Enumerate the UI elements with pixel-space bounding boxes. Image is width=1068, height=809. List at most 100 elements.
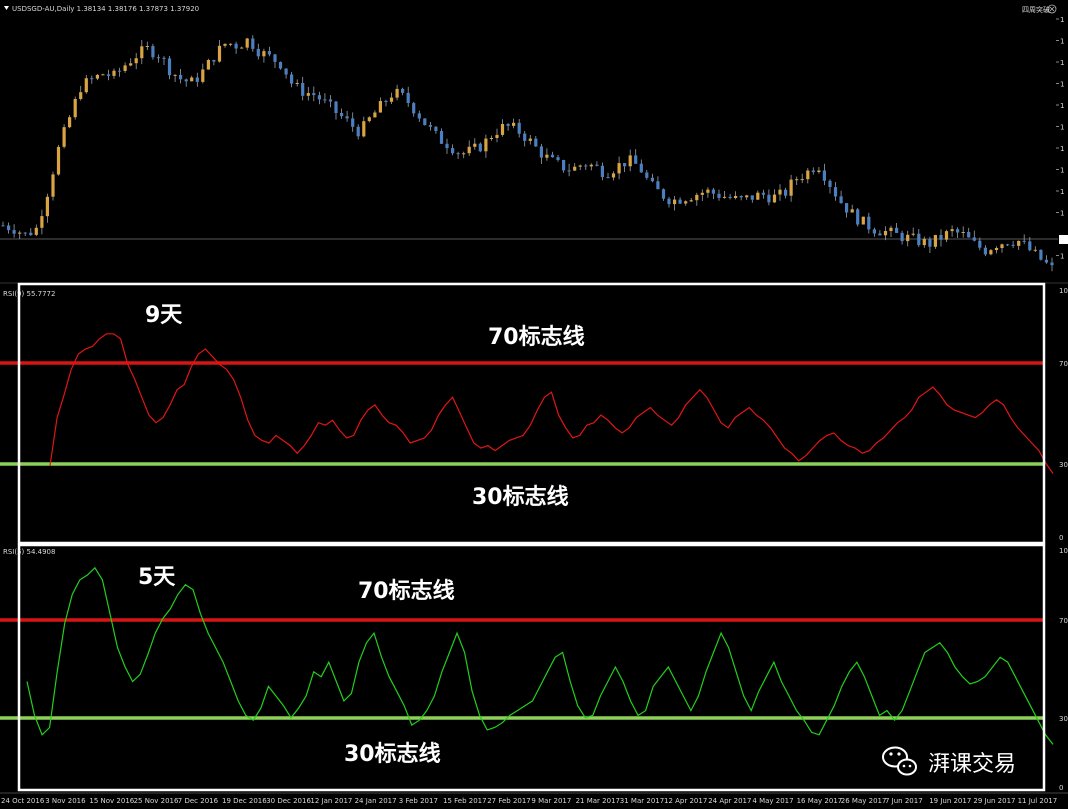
date-axis-label: 29 Jun 2017 xyxy=(973,797,1015,805)
candle-body xyxy=(534,138,538,147)
date-axis-label: 30 Dec 2016 xyxy=(266,797,311,805)
current-price-marker xyxy=(1059,235,1068,244)
date-axis-label: 31 Mar 2017 xyxy=(620,797,664,805)
price-axis-label: 1 xyxy=(1060,210,1064,218)
candle-body xyxy=(323,99,327,101)
candle-body xyxy=(173,74,177,76)
date-axis-label: 15 Feb 2017 xyxy=(443,797,487,805)
date-axis-label: 19 Jun 2017 xyxy=(929,797,971,805)
candle-body xyxy=(51,174,55,197)
candle-body xyxy=(734,196,738,198)
date-axis-label: 7 Jun 2017 xyxy=(885,797,923,805)
price-axis-label: 1 xyxy=(1060,59,1064,67)
candle-body xyxy=(617,163,621,174)
candle-body xyxy=(206,60,210,70)
candle-body xyxy=(850,209,854,213)
candle-body xyxy=(833,187,838,197)
candle-body xyxy=(301,83,305,96)
candle-body xyxy=(978,240,982,248)
date-axis-label: 12 Jan 2017 xyxy=(310,797,352,805)
candle-body xyxy=(1044,259,1048,263)
candle-body xyxy=(867,216,871,230)
candle-body xyxy=(267,51,271,55)
candle-body xyxy=(961,232,965,233)
candle-body xyxy=(201,69,205,82)
candle-body xyxy=(73,99,77,118)
rsi5-scale-100: 100 xyxy=(1059,547,1068,555)
rsi5-30-annotation: 30标志线 xyxy=(344,741,441,767)
price-axis-label: 1 xyxy=(1060,81,1064,89)
candle-body xyxy=(362,121,366,137)
candle-body xyxy=(811,170,815,173)
candle-body xyxy=(240,47,244,49)
price-axis-label: 1 xyxy=(1060,167,1064,175)
rsi5-scale-0: 0 xyxy=(1059,784,1063,792)
candle-body xyxy=(406,92,410,103)
candle-body xyxy=(972,237,976,241)
date-axis-label: 7 Dec 2016 xyxy=(178,797,219,805)
candle-body xyxy=(334,101,338,113)
candle-body xyxy=(944,231,949,240)
candle-body xyxy=(29,232,33,235)
candle-body xyxy=(212,60,216,62)
candle-body xyxy=(356,126,360,137)
candle-body xyxy=(401,88,405,93)
candle-body xyxy=(90,78,94,80)
date-axis-label: 27 Feb 2017 xyxy=(487,797,531,805)
date-axis-label: 3 Feb 2017 xyxy=(399,797,438,805)
trading-chart-window[interactable]: USDSGD-AU,Daily 1.38134 1.38176 1.37873 … xyxy=(0,0,1068,809)
candle-body xyxy=(1011,244,1015,246)
candle-body xyxy=(295,83,299,84)
date-axis-label: 21 Mar 2017 xyxy=(576,797,620,805)
candle-body xyxy=(290,74,294,84)
candle-body xyxy=(506,124,510,126)
date-axis-label: 15 Nov 2016 xyxy=(89,797,134,805)
candle-body xyxy=(112,70,116,76)
candle-body xyxy=(412,103,416,114)
candle-body xyxy=(517,122,521,134)
rsi5-label: RSI(5) 54.4908 xyxy=(3,548,55,556)
candle-body xyxy=(983,247,987,255)
candle-body xyxy=(434,126,438,131)
candle-body xyxy=(284,68,288,75)
candle-body xyxy=(95,74,99,79)
candle-body xyxy=(389,97,394,102)
candle-body xyxy=(489,138,493,139)
candle-body xyxy=(328,99,333,102)
rsi5-70-annotation: 70标志线 xyxy=(358,578,455,604)
candle-body xyxy=(234,43,238,49)
candle-body xyxy=(772,194,777,203)
candle-body xyxy=(417,113,421,119)
candle-body xyxy=(512,122,516,126)
candle-body xyxy=(473,143,477,147)
candle-body xyxy=(500,124,505,135)
candle-body xyxy=(795,179,799,181)
rsi9-70-annotation: 70标志线 xyxy=(488,324,585,350)
candle-body xyxy=(1033,249,1037,251)
candle-body xyxy=(922,238,926,246)
candle-body xyxy=(190,77,194,82)
date-axis-label: 19 Dec 2016 xyxy=(222,797,267,805)
candle-body xyxy=(451,148,455,154)
candle-body xyxy=(251,38,255,49)
candle-body xyxy=(384,101,388,102)
candle-body xyxy=(423,118,427,126)
candle-body xyxy=(711,189,715,194)
candle-body xyxy=(7,225,11,231)
candle-body xyxy=(462,153,466,155)
candle-body xyxy=(856,209,860,225)
candle-body xyxy=(340,113,344,117)
candle-body xyxy=(839,196,843,204)
candle-body xyxy=(256,48,260,57)
candle-body xyxy=(156,57,160,59)
candle-body xyxy=(118,70,122,72)
candle-body xyxy=(545,154,549,158)
candle-body xyxy=(317,95,321,100)
candle-body xyxy=(528,138,532,141)
candle-body xyxy=(756,192,760,200)
rsi9-scale-0: 0 xyxy=(1059,534,1063,542)
candle-body xyxy=(1028,241,1032,251)
candle-body xyxy=(140,46,144,59)
candle-body xyxy=(145,46,149,47)
date-axis-label: 24 Jan 2017 xyxy=(355,797,397,805)
